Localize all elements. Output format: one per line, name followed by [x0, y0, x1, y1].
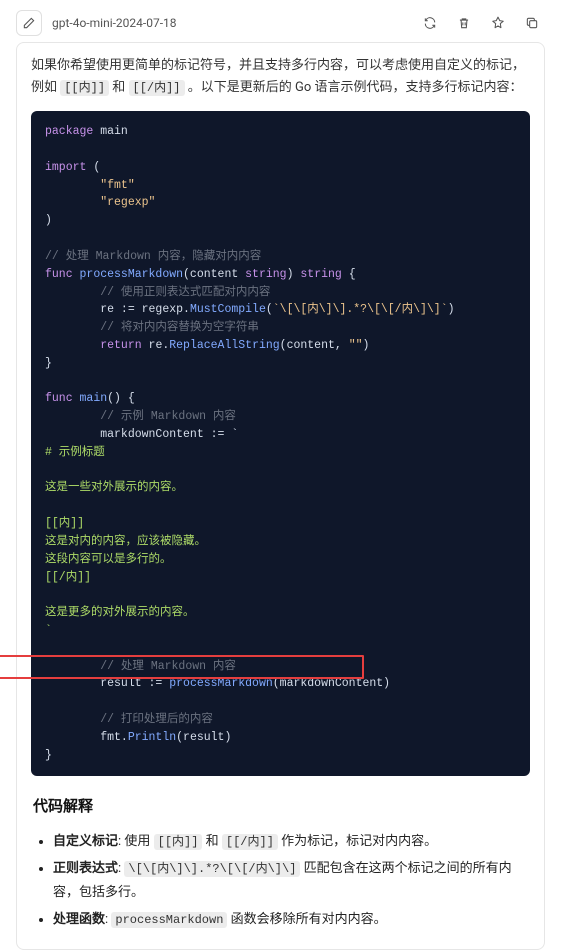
inline-code-open: [[内]] [60, 80, 109, 96]
message-box: 如果你希望使用更简单的标记符号，并且支持多行内容，可以考虑使用自定义的标记，例如… [16, 42, 545, 950]
list-item: 处理函数: processMarkdown 函数会移除所有对内内容。 [53, 908, 530, 933]
list-item-bold: 自定义标记 [53, 834, 118, 849]
pencil-icon [22, 16, 36, 30]
inline-code-close: [[/内]] [129, 80, 185, 96]
inline-code: [[/内]] [222, 834, 278, 850]
refresh-icon [423, 16, 437, 30]
pin-button[interactable] [485, 10, 511, 36]
edit-button[interactable] [16, 10, 42, 36]
model-name: gpt-4o-mini-2024-07-18 [52, 16, 177, 30]
trash-icon [457, 16, 471, 30]
list-item-bold: 正则表达式 [53, 861, 118, 876]
delete-button[interactable] [451, 10, 477, 36]
explain-list: 自定义标记: 使用 [[内]] 和 [[/内]] 作为标记，标记对内内容。 正则… [31, 830, 530, 933]
intro-text: 和 [109, 80, 128, 95]
inline-code: [[内]] [154, 834, 203, 850]
pin-icon [491, 16, 505, 30]
copy-button[interactable] [519, 10, 545, 36]
list-item-bold: 处理函数 [53, 912, 105, 927]
list-item: 正则表达式: \[\[内\]\].*?\[\[/内\]\] 匹配包含在这两个标记… [53, 857, 530, 906]
header-toolbar: gpt-4o-mini-2024-07-18 [0, 0, 561, 42]
code-block: package main import ( "fmt" "regexp" ) /… [31, 111, 530, 776]
intro-paragraph: 如果你希望使用更简单的标记符号，并且支持多行内容，可以考虑使用自定义的标记，例如… [31, 55, 530, 99]
regenerate-button[interactable] [417, 10, 443, 36]
intro-text: 。以下是更新后的 Go 语言示例代码，支持多行标记内容： [185, 80, 523, 95]
copy-icon [525, 16, 539, 30]
message-content: 如果你希望使用更简单的标记符号，并且支持多行内容，可以考虑使用自定义的标记，例如… [0, 42, 561, 950]
inline-code: \[\[内\]\].*?\[\[/内\]\] [124, 861, 300, 877]
inline-code: processMarkdown [111, 912, 227, 928]
explain-heading: 代码解释 [33, 794, 530, 820]
list-item: 自定义标记: 使用 [[内]] 和 [[/内]] 作为标记，标记对内内容。 [53, 830, 530, 855]
